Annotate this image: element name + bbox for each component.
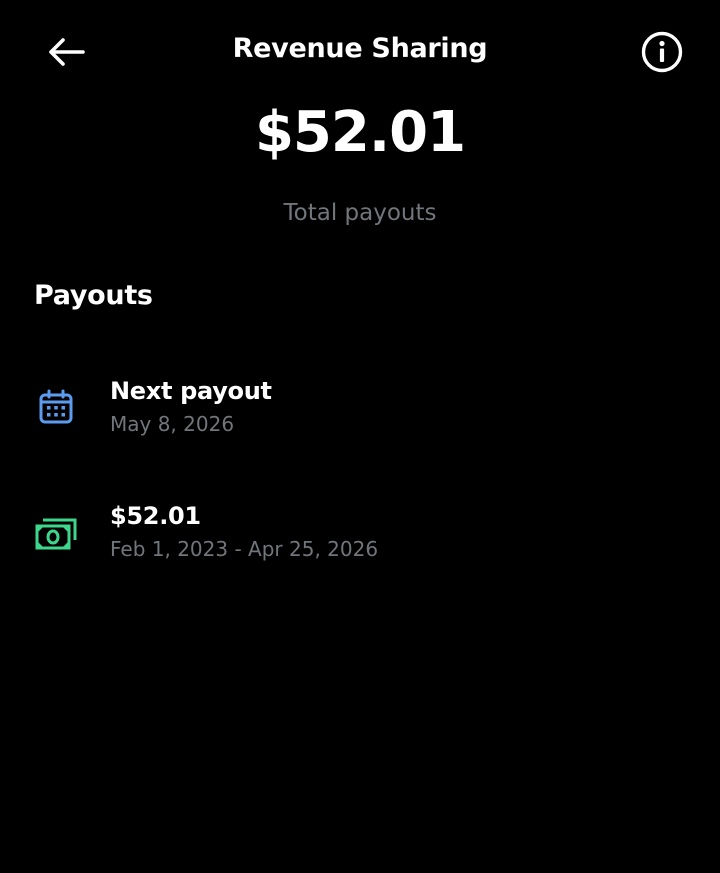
next-payout-date: May 8, 2026 bbox=[110, 412, 235, 436]
info-button[interactable] bbox=[632, 24, 692, 80]
app-header: Revenue Sharing bbox=[0, 0, 720, 104]
payout-date-range: Feb 1, 2023 - Apr 25, 2026 bbox=[110, 537, 379, 561]
info-circle-icon bbox=[641, 31, 683, 73]
payout-amount: $52.01 bbox=[110, 502, 201, 530]
total-payout-label: Total payouts bbox=[283, 200, 437, 226]
money-icon bbox=[34, 514, 78, 554]
calendar-icon bbox=[34, 387, 78, 427]
next-payout-title: Next payout bbox=[110, 377, 272, 405]
list-item-payout-total[interactable]: $52.01 Feb 1, 2023 - Apr 25, 2026 bbox=[0, 480, 720, 590]
payouts-section-title: Payouts bbox=[34, 280, 153, 311]
total-payout-amount: $52.01 bbox=[254, 100, 466, 165]
list-item-next-payout[interactable]: Next payout May 8, 2026 bbox=[0, 355, 720, 465]
page-title: Revenue Sharing bbox=[232, 33, 488, 64]
